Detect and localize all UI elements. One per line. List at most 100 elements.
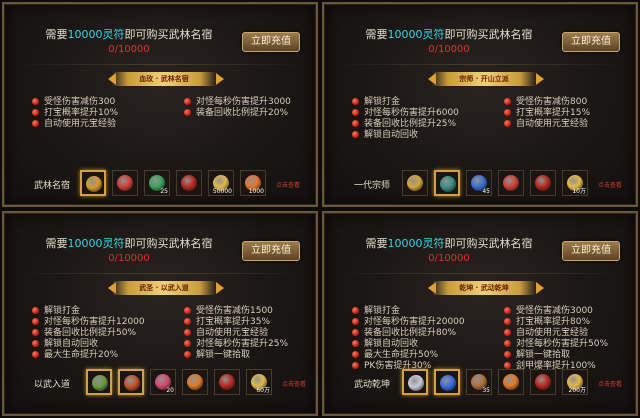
perk-left: 最大生命提升20% <box>32 347 118 360</box>
rank-name: 武林名宿 <box>34 181 71 191</box>
vip-panel-3: 需要10000灵符即可购买武林名宿 0/10000 立即充值 武圣 · 以武入道 解锁打… <box>2 211 318 416</box>
divider <box>334 273 626 274</box>
arrow-right-icon <box>216 73 224 85</box>
recharge-button[interactable]: 立即充值 <box>242 241 300 261</box>
progress-count: 0/10000 <box>108 44 150 55</box>
perk-right: 解锁一键拾取 <box>184 347 250 360</box>
reward-item-slot[interactable] <box>434 369 460 395</box>
reward-item-slot[interactable]: 35 <box>466 369 492 395</box>
orange-box-icon <box>503 374 519 390</box>
reward-item-slot[interactable] <box>498 170 524 196</box>
vip-panel-1: 需要10000灵符即可购买武林名宿 0/10000 立即充值 血玫 · 武林名宿 受怪伤… <box>2 2 318 207</box>
purchase-requirement: 需要10000灵符即可购买武林名宿 <box>4 26 254 42</box>
need-suffix: 即可购买武林名宿 <box>124 237 213 250</box>
red-sword-icon <box>219 374 235 390</box>
item-quantity: 200万 <box>568 387 586 394</box>
divider <box>334 64 626 65</box>
item-quantity: 45 <box>482 188 490 195</box>
arrow-right-icon <box>216 282 224 294</box>
reward-item-slot[interactable]: 25 <box>144 170 170 196</box>
view-detail-link[interactable]: 点击查看 <box>598 180 622 189</box>
view-detail-link[interactable]: 点击查看 <box>598 379 622 388</box>
progress-count: 0/10000 <box>428 253 470 264</box>
rank-name: 以武入道 <box>34 380 71 390</box>
divider <box>14 273 306 274</box>
red-gift-icon <box>503 175 519 191</box>
gold-boat-icon <box>407 175 423 191</box>
need-prefix: 需要 <box>45 28 68 41</box>
view-detail-link[interactable]: 点击查看 <box>282 379 306 388</box>
reward-item-slot[interactable]: 1000 <box>240 170 266 196</box>
jade-medal-icon <box>92 375 108 391</box>
purchase-requirement: 需要10000灵符即可购买武林名宿 <box>324 26 574 42</box>
reward-item-slot[interactable] <box>86 369 112 395</box>
tier-title-banner: 血玫 · 武林名宿 <box>112 72 216 86</box>
perk-left: 自动使用元宝经验 <box>32 116 116 129</box>
red-sword-icon <box>535 374 551 390</box>
item-quantity: 10万 <box>572 188 586 195</box>
perk-right: 装备回收比例提升20% <box>184 105 288 118</box>
recharge-button[interactable]: 立即充值 <box>562 32 620 52</box>
reward-item-slot[interactable] <box>402 170 428 196</box>
recharge-button[interactable]: 立即充值 <box>242 32 300 52</box>
reward-item-slot[interactable] <box>80 170 106 196</box>
red-sword-icon <box>535 175 551 191</box>
tier-title-banner: 宗师 · 开山立派 <box>432 72 536 86</box>
need-suffix: 即可购买武林名宿 <box>444 28 533 41</box>
purchase-requirement: 需要10000灵符即可购买武林名宿 <box>4 235 254 251</box>
reward-item-slot[interactable] <box>498 369 524 395</box>
item-quantity: 25 <box>160 188 168 195</box>
need-amount: 10000灵符 <box>387 28 445 41</box>
reward-item-slot[interactable]: 10万 <box>562 170 588 196</box>
perk-left: 解锁自动回收 <box>352 127 418 140</box>
need-amount: 10000灵符 <box>67 28 125 41</box>
vip-panel-4: 需要10000灵符即可购买武林名宿 0/10000 立即充值 乾坤 · 武动乾坤 解锁打… <box>322 211 638 416</box>
tier-title-banner: 武圣 · 以武入道 <box>112 281 216 295</box>
fire-ring-icon <box>124 375 140 391</box>
reward-item-slot[interactable]: 45 <box>466 170 492 196</box>
reward-item-slot[interactable] <box>176 170 202 196</box>
reward-item-slot[interactable] <box>434 170 460 196</box>
reward-item-slot[interactable]: 20 <box>150 369 176 395</box>
item-quantity: 50000 <box>212 188 232 195</box>
need-amount: 10000灵符 <box>387 237 445 250</box>
rank-name: 武动乾坤 <box>354 380 391 390</box>
perk-right: 自动使用元宝经验 <box>504 116 588 129</box>
purchase-requirement: 需要10000灵符即可购买武林名宿 <box>324 235 574 251</box>
golden-warrior-icon <box>86 176 102 192</box>
reward-item-slot[interactable] <box>118 369 144 395</box>
need-prefix: 需要 <box>365 237 388 250</box>
orange-box-icon <box>187 374 203 390</box>
reward-item-slot[interactable] <box>214 369 240 395</box>
need-prefix: 需要 <box>365 28 388 41</box>
need-prefix: 需要 <box>45 237 68 250</box>
need-suffix: 即可购买武林名宿 <box>444 237 533 250</box>
item-quantity: 60万 <box>256 387 270 394</box>
reward-item-slot[interactable]: 60万 <box>246 369 272 395</box>
silver-blade-icon <box>408 375 424 391</box>
item-quantity: 20 <box>166 387 174 394</box>
arrow-right-icon <box>536 282 544 294</box>
need-suffix: 即可购买武林名宿 <box>124 28 213 41</box>
recharge-button[interactable]: 立即充值 <box>562 241 620 261</box>
view-detail-link[interactable]: 点击查看 <box>276 180 300 189</box>
divider <box>14 64 306 65</box>
rank-name: 一代宗师 <box>354 181 391 191</box>
arrow-right-icon <box>536 73 544 85</box>
reward-item-slot[interactable] <box>112 170 138 196</box>
blue-lightning-icon <box>440 375 456 391</box>
reward-item-slot[interactable] <box>530 170 556 196</box>
need-amount: 10000灵符 <box>67 237 125 250</box>
tier-title-banner: 乾坤 · 武动乾坤 <box>432 281 536 295</box>
reward-item-slot[interactable]: 50000 <box>208 170 234 196</box>
vip-panel-2: 需要10000灵符即可购买武林名宿 0/10000 立即充值 宗师 · 开山立派 解锁打… <box>322 2 638 207</box>
dark-mask-icon <box>440 176 456 192</box>
progress-count: 0/10000 <box>108 253 150 264</box>
reward-item-slot[interactable] <box>530 369 556 395</box>
reward-item-slot[interactable]: 200万 <box>562 369 588 395</box>
item-quantity: 1000 <box>248 188 264 195</box>
reward-item-slot[interactable] <box>182 369 208 395</box>
reward-item-slot[interactable] <box>402 369 428 395</box>
red-gift-icon <box>117 175 133 191</box>
item-quantity: 35 <box>482 387 490 394</box>
